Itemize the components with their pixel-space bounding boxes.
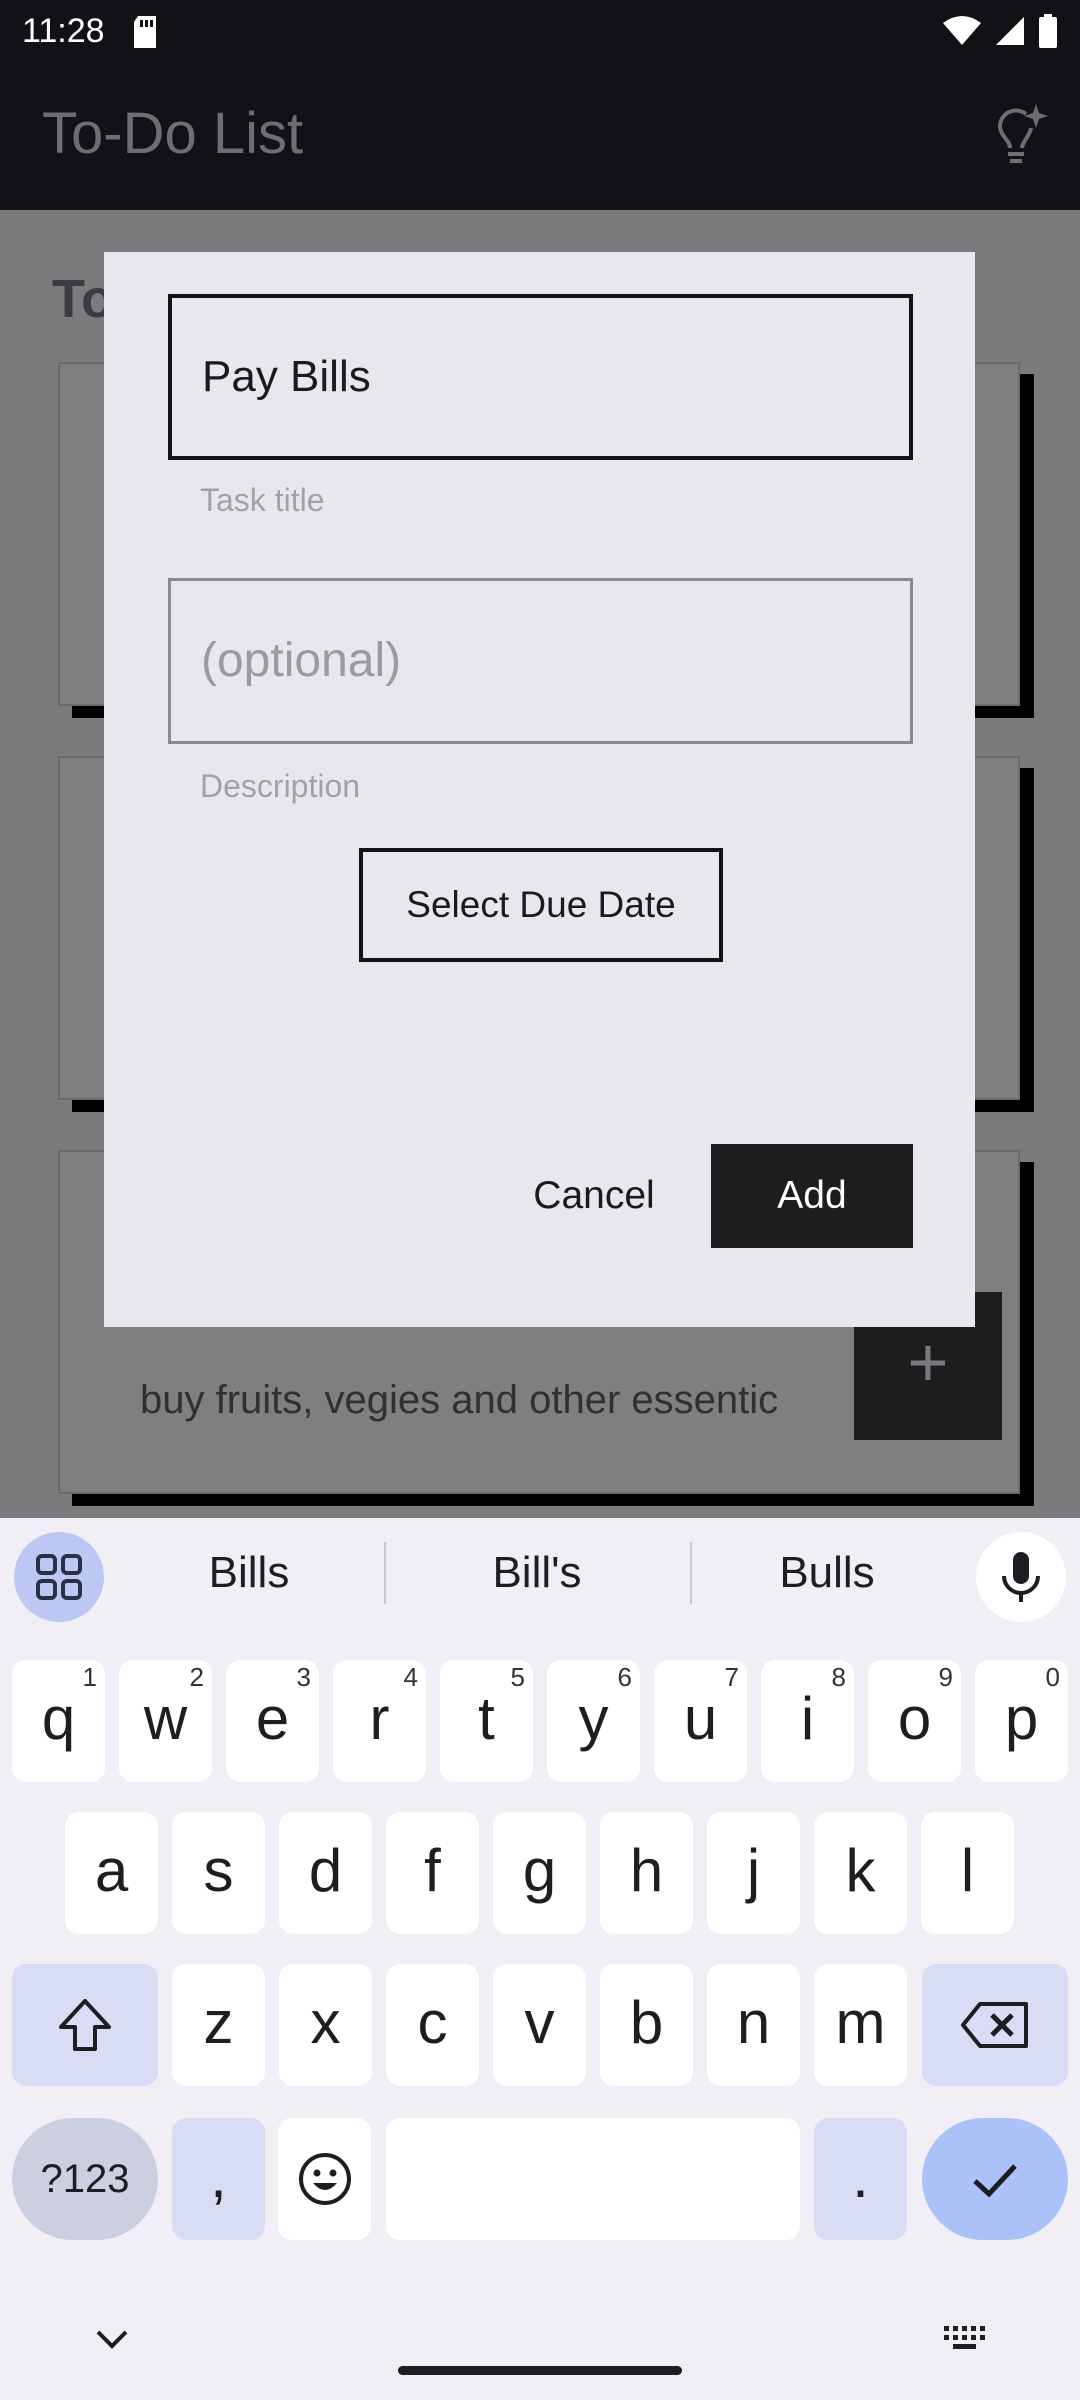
wifi-icon	[943, 16, 981, 45]
keyboard: Bills Bill's Bulls q1w2e3r4t5y6u7i8o9p0 …	[0, 1518, 1080, 2400]
description-helper: Description	[200, 768, 361, 804]
key-t[interactable]: t5	[440, 1660, 533, 1782]
task-card-description: buy fruits, vegies and other essentic	[140, 1378, 779, 1422]
task-title-field[interactable]: Pay Bills	[168, 294, 913, 460]
suggestion-3[interactable]: Bulls	[702, 1548, 952, 1598]
key-u[interactable]: u7	[654, 1660, 747, 1782]
key-label: w	[143, 1685, 188, 1752]
keyboard-switch-icon[interactable]	[944, 2326, 988, 2350]
key-hint: 9	[938, 1662, 953, 1692]
key-label: i	[800, 1685, 815, 1752]
add-button[interactable]: Add	[711, 1144, 913, 1248]
description-field[interactable]: (optional)	[168, 578, 913, 744]
key-label: q	[41, 1685, 76, 1752]
symbols-key[interactable]: ?123	[12, 2118, 158, 2240]
key-f[interactable]: f	[386, 1812, 479, 1934]
emoji-icon	[298, 2153, 351, 2205]
gesture-nav-handle[interactable]	[398, 2366, 682, 2375]
key-hint: 3	[296, 1662, 311, 1692]
key-i[interactable]: i8	[761, 1660, 854, 1782]
enter-key[interactable]	[922, 2118, 1068, 2240]
suggestion-2[interactable]: Bill's	[412, 1548, 662, 1598]
key-hint: 5	[510, 1662, 525, 1692]
key-x[interactable]: x	[279, 1964, 372, 2086]
app-bar: To-Do List	[0, 64, 1080, 210]
comma-key[interactable]: ,	[172, 2118, 265, 2240]
key-hint: 1	[82, 1662, 97, 1692]
key-y[interactable]: y6	[547, 1660, 640, 1782]
key-label: t	[478, 1685, 495, 1752]
key-label: p	[1004, 1685, 1039, 1752]
emoji-key[interactable]	[278, 2118, 371, 2240]
key-hint: 4	[403, 1662, 418, 1692]
lightbulb-sparkle-icon[interactable]	[986, 102, 1050, 166]
checkmark-icon	[973, 2164, 1017, 2198]
key-o[interactable]: o9	[868, 1660, 961, 1782]
key-m[interactable]: m	[814, 1964, 907, 2086]
apps-grid-button[interactable]	[14, 1532, 104, 1622]
key-r[interactable]: r4	[333, 1660, 426, 1782]
key-label: u	[683, 1685, 718, 1752]
sd-card-icon	[134, 16, 156, 48]
suggestion-divider	[384, 1542, 386, 1604]
key-v[interactable]: v	[493, 1964, 586, 2086]
task-title-value: Pay Bills	[202, 352, 371, 401]
battery-icon	[1039, 14, 1057, 48]
key-hint: 0	[1045, 1662, 1060, 1692]
apps-grid-icon	[36, 1554, 82, 1600]
description-placeholder: (optional)	[201, 634, 402, 687]
suggestion-divider	[690, 1542, 692, 1604]
shift-icon	[59, 1999, 111, 2051]
key-label: o	[897, 1685, 932, 1752]
task-title-helper: Task title	[200, 482, 325, 518]
key-h[interactable]: h	[600, 1812, 693, 1934]
period-key[interactable]: .	[814, 2118, 907, 2240]
key-k[interactable]: k	[814, 1812, 907, 1934]
key-p[interactable]: p0	[975, 1660, 1068, 1782]
key-label: e	[255, 1685, 290, 1752]
key-c[interactable]: c	[386, 1964, 479, 2086]
key-d[interactable]: d	[279, 1812, 372, 1934]
key-j[interactable]: j	[707, 1812, 800, 1934]
status-bar: 11:28	[0, 0, 1080, 64]
add-task-dialog: Pay Bills Task title (optional) Descript…	[104, 252, 975, 1327]
key-label: r	[369, 1685, 390, 1752]
voice-input-button[interactable]	[976, 1532, 1066, 1622]
key-q[interactable]: q1	[12, 1660, 105, 1782]
key-l[interactable]: l	[921, 1812, 1014, 1934]
key-n[interactable]: n	[707, 1964, 800, 2086]
backspace-icon	[961, 2002, 1028, 2048]
chevron-down-icon[interactable]	[92, 2324, 132, 2354]
key-e[interactable]: e3	[226, 1660, 319, 1782]
key-hint: 2	[189, 1662, 204, 1692]
app-title: To-Do List	[42, 101, 304, 166]
cancel-button[interactable]: Cancel	[494, 1144, 694, 1248]
key-g[interactable]: g	[493, 1812, 586, 1934]
space-key[interactable]	[386, 2118, 800, 2240]
key-s[interactable]: s	[172, 1812, 265, 1934]
select-due-date-button[interactable]: Select Due Date	[359, 848, 723, 962]
key-b[interactable]: b	[600, 1964, 693, 2086]
suggestion-1[interactable]: Bills	[124, 1548, 374, 1598]
status-time: 11:28	[22, 12, 105, 50]
key-a[interactable]: a	[65, 1812, 158, 1934]
microphone-icon	[1002, 1552, 1040, 1602]
key-hint: 8	[831, 1662, 846, 1692]
key-z[interactable]: z	[172, 1964, 265, 2086]
signal-icon	[996, 17, 1024, 45]
key-hint: 6	[617, 1662, 632, 1692]
backspace-key[interactable]	[922, 1964, 1068, 2086]
key-label: y	[578, 1685, 609, 1752]
key-hint: 7	[724, 1662, 739, 1692]
shift-key[interactable]	[12, 1964, 158, 2086]
key-w[interactable]: w2	[119, 1660, 212, 1782]
